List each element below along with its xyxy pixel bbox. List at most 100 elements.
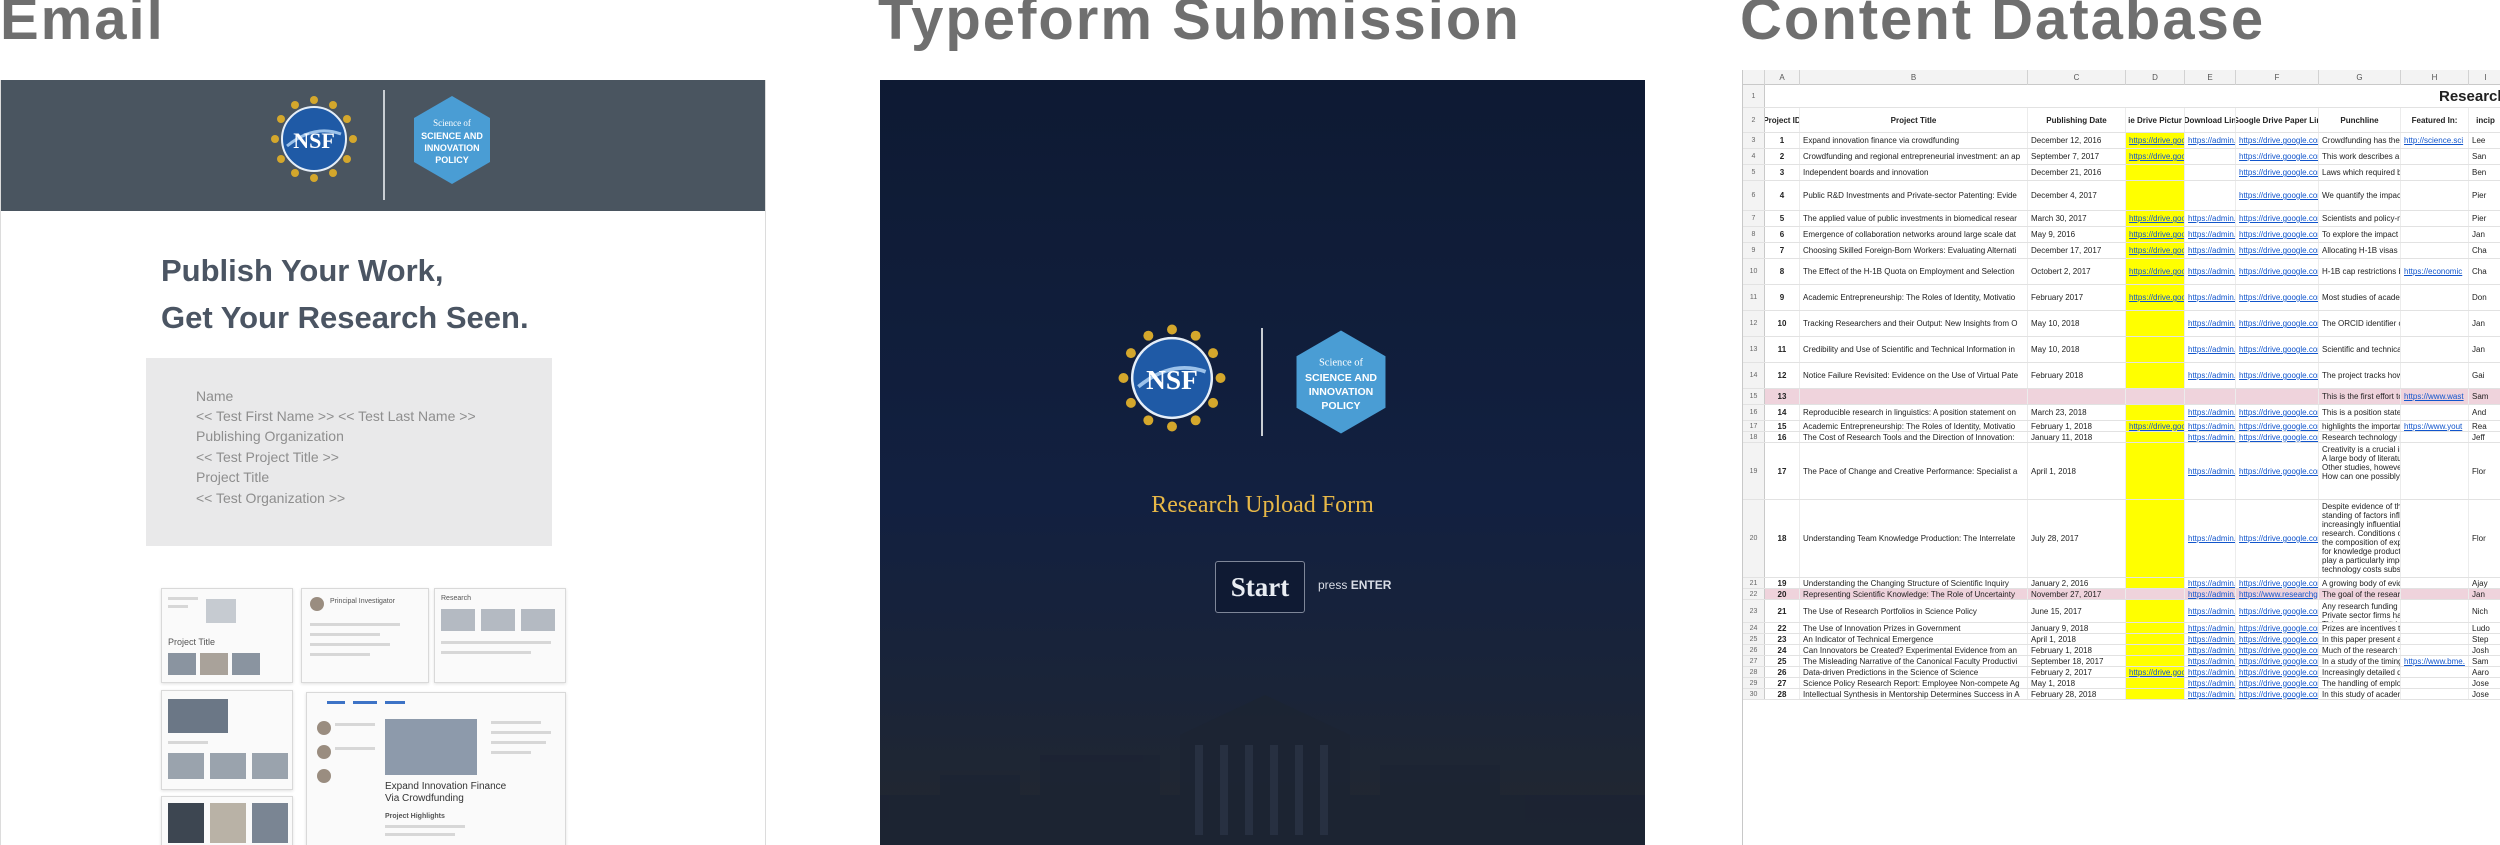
row-number[interactable]: 12 (1743, 311, 1765, 336)
cell-dl[interactable]: https://admin. (2185, 667, 2236, 677)
cell-dl[interactable]: https://admin. (2185, 578, 2236, 588)
cell-drive[interactable] (2126, 165, 2185, 180)
cell-drive[interactable] (2126, 363, 2185, 388)
row-number[interactable]: 29 (1743, 678, 1765, 688)
cell-title[interactable]: The applied value of public investments … (1800, 211, 2028, 226)
cell-paper[interactable]: https://drive.google.com (2236, 421, 2319, 431)
cell-title[interactable]: Can Innovators be Created? Experimental … (1800, 645, 2028, 655)
cell-punch[interactable]: In this study of academic (2319, 689, 2401, 699)
cell-dl[interactable]: https://admin. (2185, 311, 2236, 336)
header-cell[interactable]: incip (2469, 108, 2500, 132)
cell-title[interactable]: The Pace of Change and Creative Performa… (1800, 443, 2028, 499)
cell-dl[interactable]: https://admin. (2185, 227, 2236, 242)
cell-paper[interactable]: https://drive.google.com (2236, 656, 2319, 666)
row-number[interactable]: 4 (1743, 149, 1765, 164)
cell-id[interactable]: 16 (1765, 432, 1800, 442)
row-number[interactable]: 21 (1743, 578, 1765, 588)
cell-id[interactable]: 22 (1765, 623, 1800, 633)
row-number[interactable]: 23 (1743, 600, 1765, 622)
cell-paper[interactable]: https://drive.google.com (2236, 363, 2319, 388)
cell-id[interactable]: 26 (1765, 667, 1800, 677)
cell-date[interactable]: April 1, 2018 (2028, 634, 2126, 644)
cell-pi[interactable]: Flor (2469, 500, 2500, 577)
cell-date[interactable]: September 18, 2017 (2028, 656, 2126, 666)
cell-title[interactable]: Intellectual Synthesis in Mentorship Det… (1800, 689, 2028, 699)
cell-dl[interactable] (2185, 389, 2236, 404)
cell-title[interactable]: The Use of Research Portfolios in Scienc… (1800, 600, 2028, 622)
row-number[interactable]: 5 (1743, 165, 1765, 180)
cell-paper[interactable]: https://drive.google.com (2236, 227, 2319, 242)
cell-punch[interactable]: A growing body of evide (2319, 578, 2401, 588)
cell-id[interactable]: 28 (1765, 689, 1800, 699)
cell-paper[interactable]: https://drive.google.com (2236, 667, 2319, 677)
cell-feat[interactable] (2401, 589, 2469, 599)
cell-pi[interactable]: Sam (2469, 656, 2500, 666)
cell-dl[interactable]: https://admin. (2185, 432, 2236, 442)
cell-feat[interactable] (2401, 311, 2469, 336)
row-number[interactable]: 10 (1743, 259, 1765, 284)
cell-pi[interactable]: Flor (2469, 443, 2500, 499)
cell-id[interactable]: 25 (1765, 656, 1800, 666)
cell-feat[interactable] (2401, 678, 2469, 688)
cell-punch[interactable]: Crowdfunding has the pc (2319, 133, 2401, 148)
cell-date[interactable]: July 28, 2017 (2028, 500, 2126, 577)
cell-feat[interactable] (2401, 165, 2469, 180)
cell-title[interactable]: Tracking Researchers and their Output: N… (1800, 311, 2028, 336)
cell-id[interactable]: 18 (1765, 500, 1800, 577)
cell-date[interactable]: January 11, 2018 (2028, 432, 2126, 442)
cell-id[interactable]: 17 (1765, 443, 1800, 499)
cell-id[interactable]: 27 (1765, 678, 1800, 688)
cell-title[interactable]: Independent boards and innovation (1800, 165, 2028, 180)
cell-pi[interactable]: Jose (2469, 678, 2500, 688)
cell-paper[interactable]: https://drive.google.com (2236, 678, 2319, 688)
cell-dl[interactable]: https://admin. (2185, 211, 2236, 226)
cell-dl[interactable]: https://admin. (2185, 656, 2236, 666)
cell-date[interactable]: February 1, 2018 (2028, 421, 2126, 431)
header-cell[interactable]: Publishing Date (2028, 108, 2126, 132)
cell-drive[interactable] (2126, 181, 2185, 210)
cell-feat[interactable] (2401, 285, 2469, 310)
cell-title[interactable]: Understanding the Changing Structure of … (1800, 578, 2028, 588)
cell-drive[interactable] (2126, 389, 2185, 404)
row-number[interactable]: 27 (1743, 656, 1765, 666)
cell-paper[interactable]: https://drive.google.com (2236, 133, 2319, 148)
cell-drive[interactable] (2126, 600, 2185, 622)
cell-feat[interactable] (2401, 405, 2469, 420)
cell-title[interactable]: Credibility and Use of Scientific and Te… (1800, 337, 2028, 362)
cell-punch[interactable]: H-1B cap restrictions be (2319, 259, 2401, 284)
cell-id[interactable]: 1 (1765, 133, 1800, 148)
cell-drive[interactable] (2126, 311, 2185, 336)
cell-dl[interactable]: https://admin. (2185, 600, 2236, 622)
cell-id[interactable]: 5 (1765, 211, 1800, 226)
cell-date[interactable]: February 2017 (2028, 285, 2126, 310)
cell-drive[interactable] (2126, 623, 2185, 633)
cell-punch[interactable]: highlights the importanc (2319, 421, 2401, 431)
cell-drive[interactable]: https://drive.goo (2126, 133, 2185, 148)
cell-dl[interactable]: https://admin. (2185, 689, 2236, 699)
column-header-c[interactable]: C (2028, 70, 2126, 85)
cell-paper[interactable]: https://drive.google.com (2236, 689, 2319, 699)
cell-feat[interactable] (2401, 645, 2469, 655)
cell-date[interactable]: May 1, 2018 (2028, 678, 2126, 688)
cell-date[interactable]: May 9, 2016 (2028, 227, 2126, 242)
cell-feat[interactable]: https://economic (2401, 259, 2469, 284)
cell-paper[interactable]: https://drive.google.com (2236, 623, 2319, 633)
cell-id[interactable]: 20 (1765, 589, 1800, 599)
cell-dl[interactable]: https://admin. (2185, 678, 2236, 688)
column-header-b[interactable]: B (1800, 70, 2028, 85)
column-header-f[interactable]: F (2236, 70, 2319, 85)
cell-id[interactable]: 21 (1765, 600, 1800, 622)
cell-paper[interactable]: https://drive.google.com (2236, 311, 2319, 336)
cell-dl[interactable] (2185, 149, 2236, 164)
cell-feat[interactable] (2401, 243, 2469, 258)
cell-title[interactable]: The Effect of the H-1B Quota on Employme… (1800, 259, 2028, 284)
cell-paper[interactable]: https://drive.google.com (2236, 259, 2319, 284)
row-number[interactable]: 3 (1743, 133, 1765, 148)
cell-feat[interactable] (2401, 667, 2469, 677)
cell-pi[interactable]: Don (2469, 285, 2500, 310)
cell-pi[interactable]: Josh (2469, 645, 2500, 655)
cell-paper[interactable]: https://www.researchgat (2236, 589, 2319, 599)
cell-drive[interactable]: https://drive.goo (2126, 285, 2185, 310)
cell-dl[interactable]: https://admin. (2185, 363, 2236, 388)
cell-id[interactable]: 24 (1765, 645, 1800, 655)
